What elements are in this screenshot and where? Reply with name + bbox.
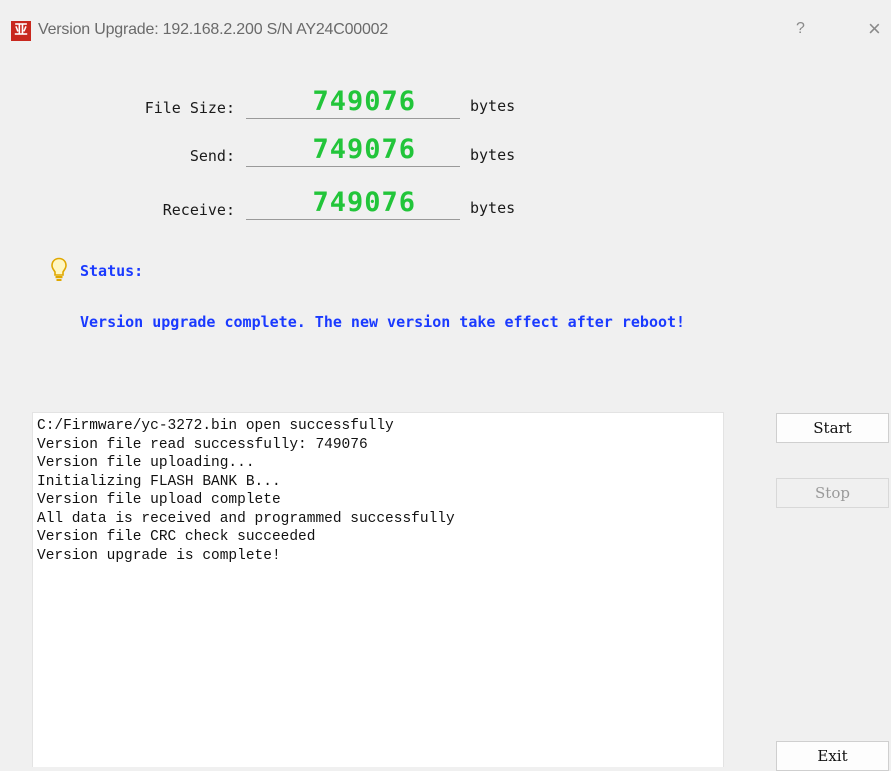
status-message: Version upgrade complete. The new versio… bbox=[80, 313, 686, 331]
send-unit: bytes bbox=[470, 146, 516, 164]
lightbulb-icon bbox=[51, 257, 67, 281]
log-output[interactable]: C:/Firmware/yc-3272.bin open successfull… bbox=[32, 412, 724, 767]
send-display: 749076 bbox=[246, 133, 460, 167]
start-button[interactable]: Start bbox=[776, 413, 889, 443]
window-title: Version Upgrade: 192.168.2.200 S/N AY24C… bbox=[38, 21, 389, 38]
log-line: Version file CRC check succeeded bbox=[37, 529, 316, 545]
receive-display: 749076 bbox=[246, 186, 460, 220]
help-button[interactable]: ? bbox=[796, 20, 805, 38]
log-line: Version file uploading... bbox=[37, 455, 255, 471]
close-button[interactable]: × bbox=[868, 16, 881, 42]
file-size-unit: bytes bbox=[470, 97, 516, 115]
log-line: All data is received and programmed succ… bbox=[37, 510, 455, 527]
send-label: Send: bbox=[189, 147, 235, 165]
log-line: C:/Firmware/yc-3272.bin open successfull… bbox=[37, 418, 394, 434]
receive-unit: bytes bbox=[470, 199, 516, 217]
file-size-display: 749076 bbox=[246, 85, 460, 119]
status-label: Status: bbox=[80, 262, 144, 280]
title-bar: 亚 Version Upgrade: 192.168.2.200 S/N AY2… bbox=[0, 0, 891, 68]
log-line: Initializing FLASH BANK B... bbox=[37, 473, 281, 490]
log-line: Version file upload complete bbox=[37, 492, 281, 508]
log-line: Version file read successfully: 749076 bbox=[37, 436, 368, 453]
file-size-label: File Size: bbox=[144, 99, 235, 117]
receive-label: Receive: bbox=[162, 201, 235, 219]
log-line: Version upgrade is complete! bbox=[37, 547, 281, 564]
stop-button[interactable]: Stop bbox=[776, 478, 889, 508]
app-icon: 亚 bbox=[11, 21, 31, 41]
